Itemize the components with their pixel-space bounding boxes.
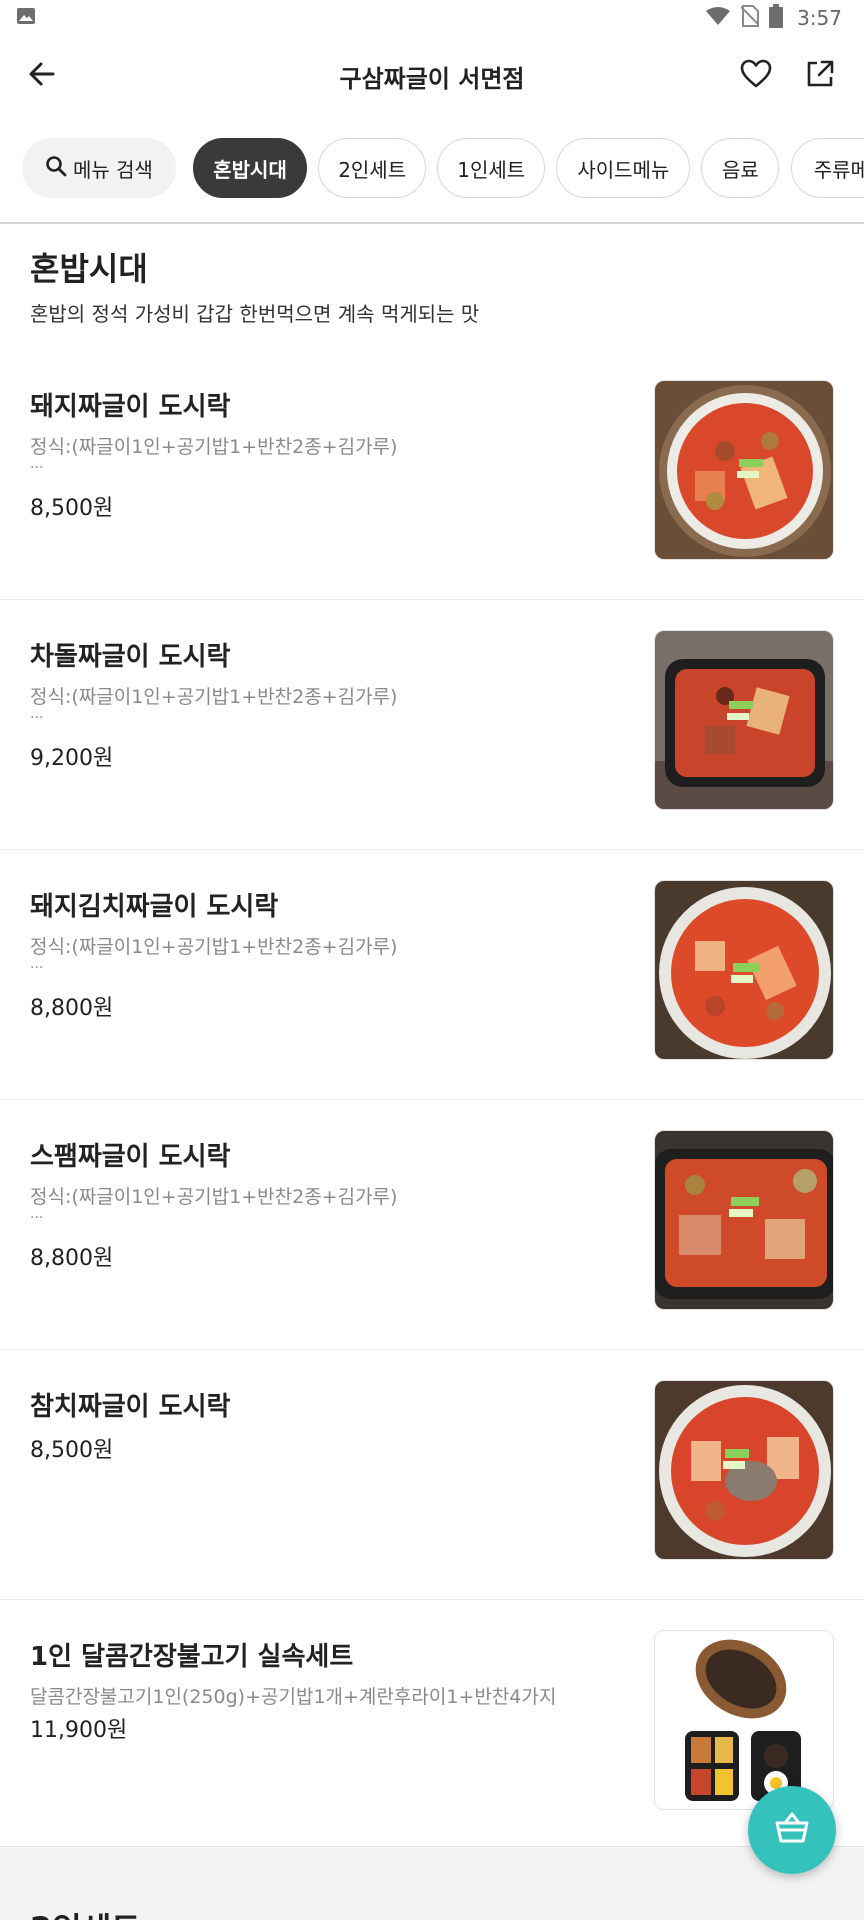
cart-button[interactable] bbox=[748, 1786, 836, 1874]
search-icon bbox=[45, 155, 73, 182]
chip-drinks[interactable]: 음료 bbox=[701, 138, 780, 198]
battery-icon bbox=[769, 4, 784, 32]
menu-item-price: 8,800원 bbox=[30, 1246, 114, 1271]
menu-item-ellipsis: ... bbox=[30, 456, 44, 472]
menu-item[interactable]: 돼지짜글이 도시락 정식:(짜글이1인+공기밥1+반찬2종+김가루) ... 8… bbox=[0, 350, 864, 600]
chip-alcohol[interactable]: 주류메뉴 bbox=[790, 138, 864, 198]
menu-item-price: 8,800원 bbox=[30, 996, 114, 1021]
menu-item-price: 8,500원 bbox=[30, 1438, 114, 1463]
section-title: 혼밥시대 bbox=[30, 250, 148, 288]
menu-item-description: 정식:(짜글이1인+공기밥1+반찬2종+김가루) bbox=[30, 936, 398, 958]
menu-item-photo bbox=[654, 630, 834, 810]
favorite-button[interactable] bbox=[736, 56, 776, 96]
heart-icon bbox=[740, 59, 772, 93]
menu-item-name: 참치짜글이 도시락 bbox=[30, 1392, 231, 1422]
menu-search-label: 메뉴 검색 bbox=[73, 157, 153, 182]
no-sim-icon bbox=[740, 5, 760, 31]
status-time: 3:57 bbox=[797, 6, 842, 30]
chip-honbap[interactable]: 혼밥시대 bbox=[193, 138, 308, 198]
menu-item[interactable]: 돼지김치짜글이 도시락 정식:(짜글이1인+공기밥1+반찬2종+김가루) ...… bbox=[0, 850, 864, 1100]
menu-item-name: 스팸짜글이 도시락 bbox=[30, 1142, 231, 1172]
menu-item[interactable]: 차돌짜글이 도시락 정식:(짜글이1인+공기밥1+반찬2종+김가루) ... 9… bbox=[0, 600, 864, 850]
chip-2-person-set[interactable]: 2인세트 bbox=[318, 138, 427, 198]
menu-item[interactable]: 참치짜글이 도시락 8,500원 bbox=[0, 1350, 864, 1600]
menu-item-price: 9,200원 bbox=[30, 746, 114, 771]
divider bbox=[0, 222, 864, 224]
chip-1-person-set[interactable]: 1인세트 bbox=[437, 138, 546, 198]
share-button[interactable] bbox=[800, 56, 840, 96]
menu-item-description: 달콤간장불고기1인(250g)+공기밥1개+계란후라이1+반찬4가지 bbox=[30, 1686, 557, 1708]
menu-item-name: 차돌짜글이 도시락 bbox=[30, 642, 231, 672]
category-chips: 메뉴 검색 혼밥시대 2인세트 1인세트 사이드메뉴 음료 주류메뉴 bbox=[0, 138, 864, 202]
menu-item-photo bbox=[654, 880, 834, 1060]
menu-item-photo bbox=[654, 1630, 834, 1810]
menu-item-description: 정식:(짜글이1인+공기밥1+반찬2종+김가루) bbox=[30, 436, 398, 458]
menu-list: 돼지짜글이 도시락 정식:(짜글이1인+공기밥1+반찬2종+김가루) ... 8… bbox=[0, 350, 864, 1854]
menu-item-photo bbox=[654, 1380, 834, 1560]
back-arrow-icon bbox=[27, 59, 57, 93]
menu-item-name: 돼지김치짜글이 도시락 bbox=[30, 892, 279, 922]
image-icon bbox=[16, 6, 36, 30]
menu-item[interactable]: 1인 달콤간장불고기 실속세트 달콤간장불고기1인(250g)+공기밥1개+계란… bbox=[0, 1600, 864, 1854]
chip-side-menu[interactable]: 사이드메뉴 bbox=[556, 138, 691, 198]
section-description: 혼밥의 정석 가성비 갑갑 한번먹으면 계속 먹게되는 맛 bbox=[30, 302, 480, 326]
share-icon bbox=[805, 59, 835, 93]
back-button[interactable] bbox=[22, 56, 62, 96]
wifi-icon bbox=[705, 6, 731, 30]
menu-item-ellipsis: ... bbox=[30, 706, 44, 722]
menu-search-button[interactable]: 메뉴 검색 bbox=[22, 138, 176, 198]
menu-item-ellipsis: ... bbox=[30, 956, 44, 972]
menu-item-photo bbox=[654, 380, 834, 560]
page-title: 구삼짜글이 서면점 bbox=[339, 64, 525, 93]
cart-icon bbox=[772, 1808, 812, 1852]
menu-item[interactable]: 스팸짜글이 도시락 정식:(짜글이1인+공기밥1+반찬2종+김가루) ... 8… bbox=[0, 1100, 864, 1350]
app-bar: 구삼짜글이 서면점 bbox=[0, 36, 864, 116]
menu-item-photo bbox=[654, 1130, 834, 1310]
menu-item-description: 정식:(짜글이1인+공기밥1+반찬2종+김가루) bbox=[30, 1186, 398, 1208]
menu-item-price: 8,500원 bbox=[30, 496, 114, 521]
menu-item-ellipsis: ... bbox=[30, 1206, 44, 1222]
status-bar: 3:57 bbox=[0, 0, 864, 36]
menu-item-price: 11,900원 bbox=[30, 1718, 128, 1743]
menu-item-description: 정식:(짜글이1인+공기밥1+반찬2종+김가루) bbox=[30, 686, 398, 708]
menu-item-name: 1인 달콤간장불고기 실속세트 bbox=[30, 1642, 354, 1672]
menu-item-name: 돼지짜글이 도시락 bbox=[30, 392, 231, 422]
next-section-title: 2인세트 bbox=[30, 1904, 141, 1920]
